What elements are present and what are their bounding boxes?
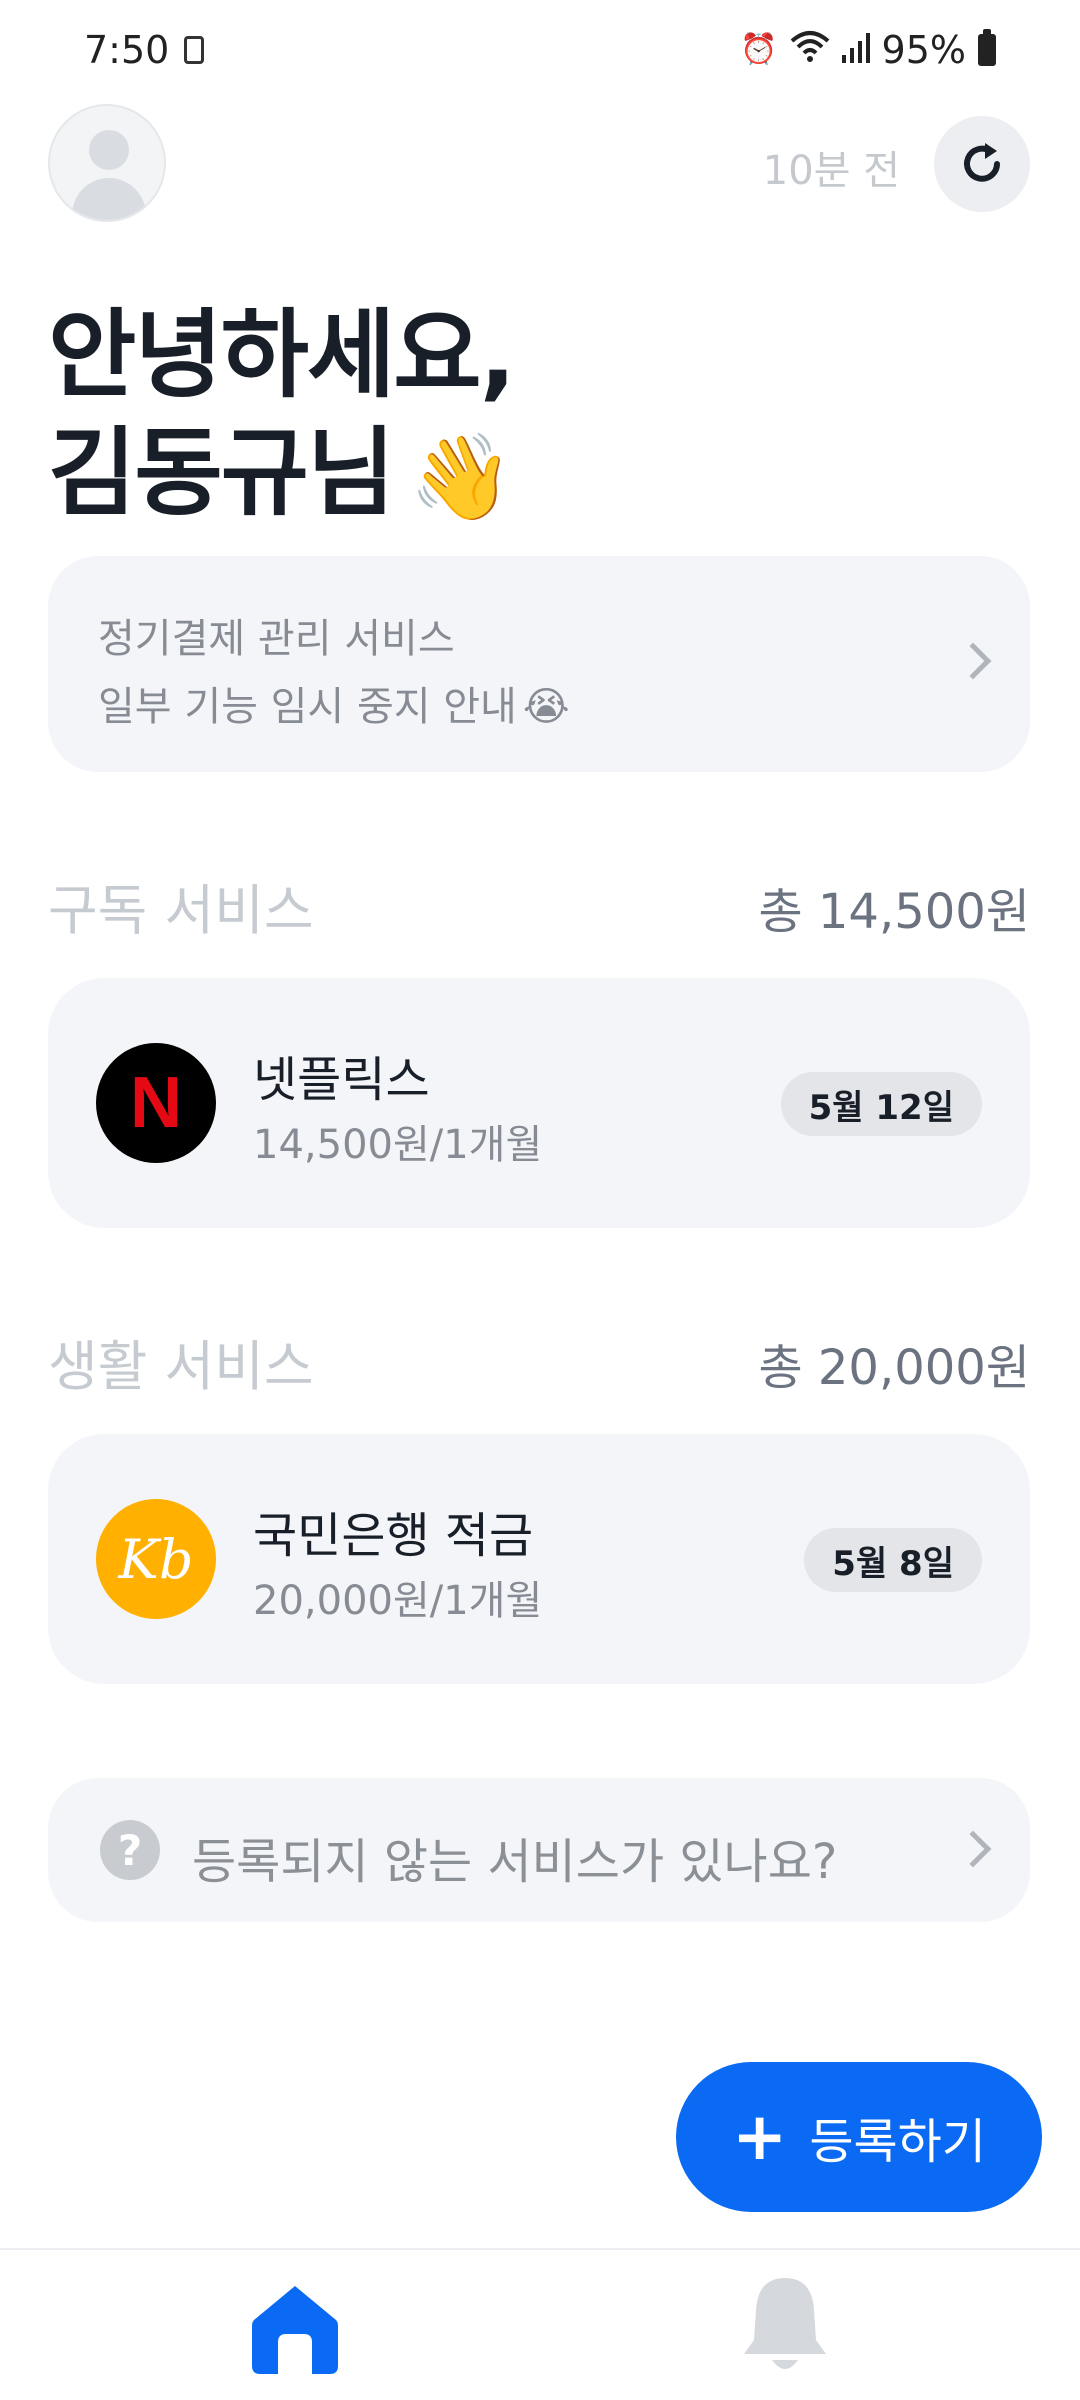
service-name: 국민은행 적금 <box>253 1508 534 1564</box>
section-total-subscription: 총 14,500원 <box>758 884 1030 940</box>
avatar[interactable] <box>48 104 166 222</box>
section-title-subscription: 구독 서비스 <box>48 879 314 942</box>
person-icon <box>89 130 129 170</box>
question-icon: ? <box>100 1820 160 1880</box>
gallery-icon <box>184 36 204 64</box>
greeting: 안녕하세요, 김동규님 👋 <box>48 296 516 536</box>
service-price: 14,500원/1개월 <box>253 1122 543 1168</box>
help-text: 등록되지 않는 서비스가 있나요? <box>192 1834 838 1890</box>
status-icons: ⏰ 95% <box>740 28 996 72</box>
chevron-right-icon <box>954 1830 992 1868</box>
home-icon <box>252 2286 338 2374</box>
payment-date-badge: 5월 12일 <box>780 1072 982 1136</box>
signal-icon <box>841 28 870 72</box>
status-bar: 7:50 ⏰ 95% <box>0 0 1080 100</box>
status-time: 7:50 <box>84 28 170 72</box>
chevron-right-icon <box>954 642 992 680</box>
payment-date-badge: 5월 8일 <box>804 1528 982 1592</box>
plus-icon: + <box>732 2098 788 2175</box>
notice-title: 정기결제 관리 서비스 <box>98 616 455 662</box>
section-total-living: 총 20,000원 <box>758 1340 1030 1396</box>
refresh-icon <box>964 143 1000 182</box>
bottom-nav <box>0 2248 1080 2400</box>
alarm-icon: ⏰ <box>740 32 778 67</box>
nav-notifications[interactable] <box>740 2274 830 2378</box>
netflix-logo-icon: N <box>96 1043 216 1163</box>
register-label: 등록하기 <box>809 2114 986 2170</box>
greeting-line1: 안녕하세요, <box>48 299 516 411</box>
service-price: 20,000원/1개월 <box>253 1578 543 1624</box>
service-name: 넷플릭스 <box>253 1052 430 1108</box>
waving-hand-icon: 👋 <box>409 428 514 526</box>
wifi-icon <box>790 28 830 72</box>
greeting-line2: 김동규님 <box>48 417 395 529</box>
unregistered-service-help-card[interactable]: ? 등록되지 않는 서비스가 있나요? <box>48 1778 1030 1922</box>
bell-icon <box>744 2278 826 2369</box>
kb-logo-icon: Kb <box>96 1499 216 1619</box>
battery-icon <box>978 29 996 66</box>
section-title-living: 생활 서비스 <box>48 1335 314 1398</box>
notice-card[interactable]: 정기결제 관리 서비스 일부 기능 임시 중지 안내 😭 <box>48 556 1030 772</box>
last-updated-text: 10분 전 <box>762 148 900 194</box>
service-card-netflix[interactable]: N 넷플릭스 14,500원/1개월 5월 12일 <box>48 978 1030 1228</box>
refresh-button[interactable] <box>934 116 1030 212</box>
crying-face-icon: 😭 <box>522 684 570 730</box>
notice-subtitle: 일부 기능 임시 중지 안내 😭 <box>98 684 570 730</box>
nav-home[interactable] <box>250 2280 340 2376</box>
battery-percent: 95% <box>881 28 966 72</box>
service-card-kb-savings[interactable]: Kb 국민은행 적금 20,000원/1개월 5월 8일 <box>48 1434 1030 1684</box>
register-button[interactable]: + 등록하기 <box>676 2062 1042 2212</box>
